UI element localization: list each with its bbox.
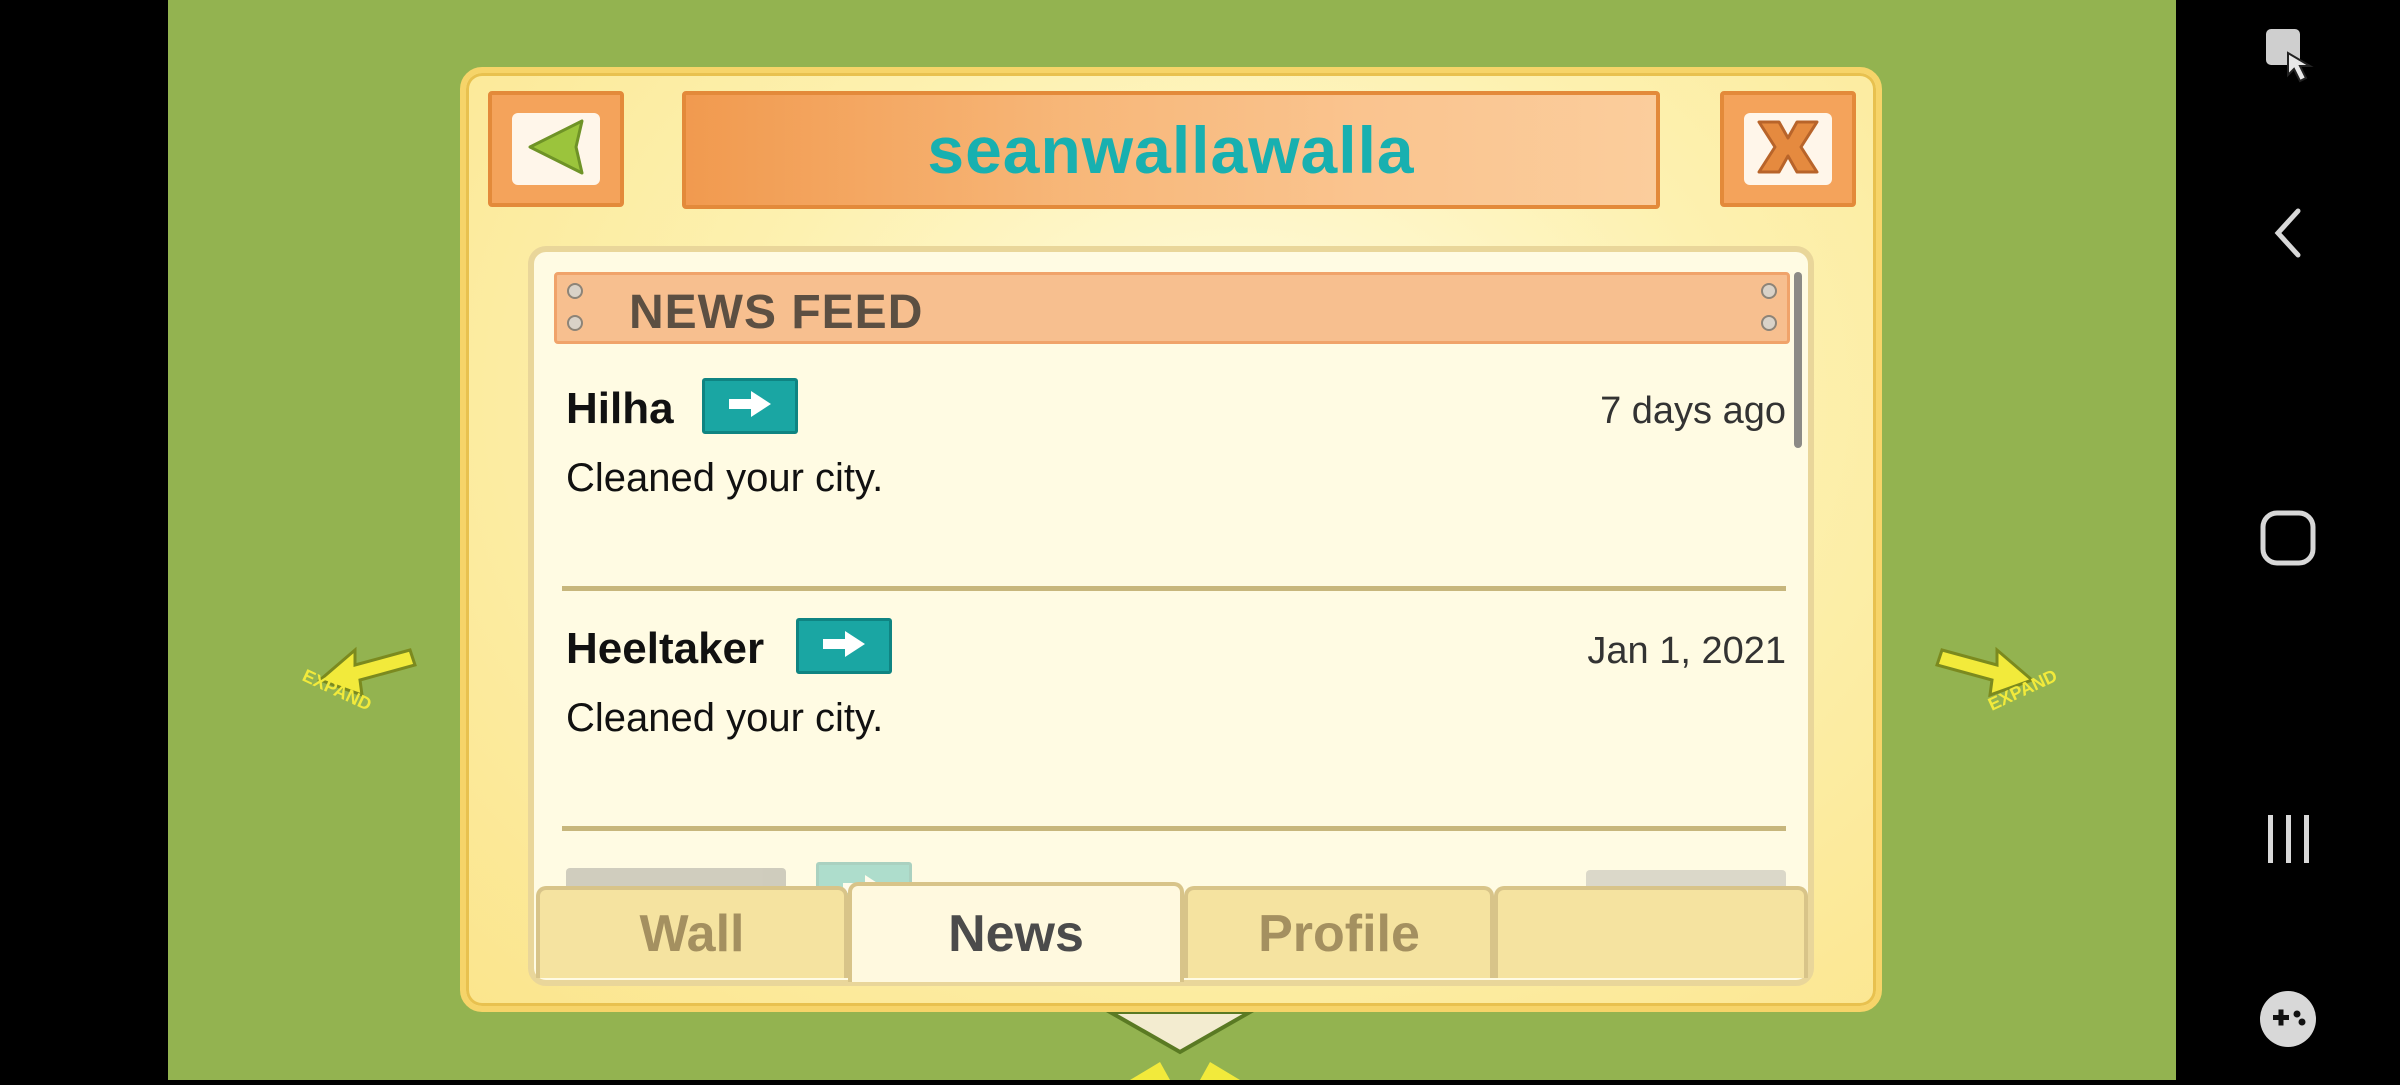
news-feed-title: NEWS FEED — [629, 286, 924, 339]
news-feed-header: NEWS FEED — [554, 272, 1790, 344]
home-nav-button[interactable] — [2176, 502, 2400, 578]
arrow-right-icon — [725, 388, 775, 425]
item-message: Cleaned your city. — [566, 696, 884, 740]
back-button[interactable] — [488, 91, 624, 207]
recents-nav-button[interactable] — [2176, 806, 2400, 876]
tab-label: Profile — [1258, 905, 1420, 963]
tab-label: Wall — [639, 905, 745, 963]
scrollbar[interactable] — [1794, 272, 1802, 448]
home-square-icon — [2258, 508, 2318, 573]
rivet-icon — [567, 315, 583, 331]
triangle-left-icon — [524, 117, 588, 182]
back-chevron-icon — [2268, 205, 2308, 266]
page-title: seanwallawalla — [927, 113, 1415, 187]
rivet-icon — [567, 283, 583, 299]
map-tile-decoration — [1090, 1010, 1270, 1080]
tab-label: News — [948, 905, 1084, 963]
item-timestamp: Jan 1, 2021 — [1587, 630, 1786, 672]
tab-wall[interactable]: Wall — [536, 886, 848, 978]
back-nav-button[interactable] — [2176, 200, 2400, 270]
tab-profile[interactable]: Profile — [1184, 886, 1494, 978]
arrow-right-icon — [819, 628, 869, 665]
tab-bar: Wall News Profile — [536, 882, 1808, 982]
game-controller-icon — [2258, 989, 2318, 1054]
visit-button[interactable] — [796, 618, 892, 674]
tab-news[interactable]: News — [848, 882, 1184, 982]
rivet-icon — [1761, 315, 1777, 331]
visit-button[interactable] — [702, 378, 798, 434]
item-message: Cleaned your city. — [566, 456, 884, 500]
system-navbar — [2176, 0, 2400, 1080]
tab-empty[interactable] — [1494, 886, 1808, 978]
divider — [562, 586, 1786, 591]
screen-touch-icon — [2258, 23, 2318, 92]
item-timestamp: 7 days ago — [1600, 390, 1786, 432]
player-name-banner: seanwallawalla — [682, 91, 1660, 209]
letterbox-left — [0, 0, 168, 1080]
screen-touch-button[interactable] — [2176, 22, 2400, 92]
rivet-icon — [1761, 283, 1777, 299]
news-feed-panel[interactable]: NEWS FEED Hilha 7 days ago Cleaned your … — [528, 246, 1814, 986]
item-player-name: Hilha — [566, 384, 674, 433]
item-player-name: Heeltaker — [566, 624, 765, 673]
x-icon — [1751, 114, 1825, 185]
recents-icon — [2262, 811, 2314, 872]
game-tools-button[interactable] — [2176, 986, 2400, 1056]
divider — [562, 826, 1786, 831]
close-button[interactable] — [1720, 91, 1856, 207]
